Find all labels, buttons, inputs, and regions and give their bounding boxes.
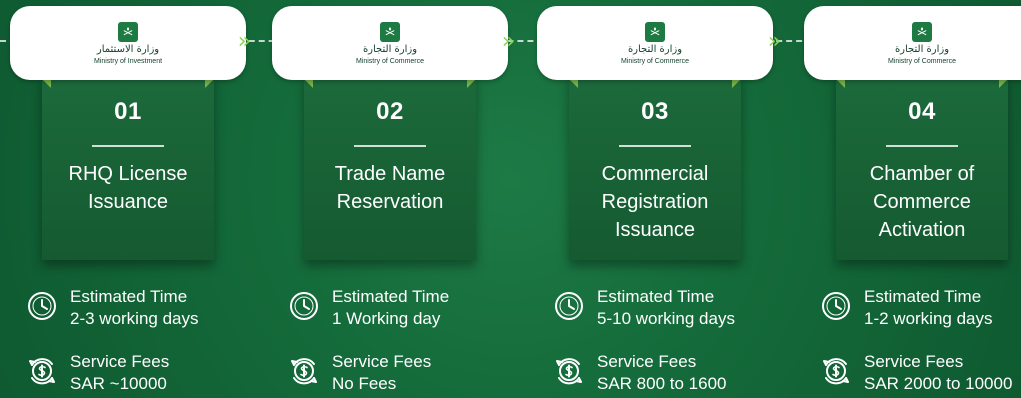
ministry-logo-card: وزارة التجارة Ministry of Commerce	[804, 6, 1021, 80]
step-divider	[619, 145, 691, 147]
ribbon-fold-left	[42, 79, 51, 88]
service-fees-block: Service Fees SAR 800 to 1600	[553, 351, 773, 395]
step-title-line: Trade Name	[334, 163, 446, 185]
estimated-time-block: Estimated Time 1-2 working days	[820, 286, 1021, 330]
chevron-right-icon: »	[767, 28, 781, 54]
service-fees-value: No Fees	[332, 374, 397, 393]
step-title-line: Activation	[878, 219, 966, 241]
estimated-time-value: 1 Working day	[332, 309, 441, 328]
step-title-line: Chamber of	[869, 163, 975, 185]
step-title: Trade Name Reservation	[304, 160, 476, 216]
step-number: 04	[908, 98, 936, 125]
step-title-line: Reservation	[336, 191, 444, 213]
step-title-line: Issuance	[87, 191, 169, 213]
service-fees-label: Service Fees	[864, 352, 964, 371]
step-divider	[92, 145, 164, 147]
money-fees-icon	[26, 355, 58, 387]
chevron-right-icon: »	[237, 28, 251, 54]
step-title-line: Issuance	[614, 219, 696, 241]
ministry-name-english: Ministry of Investment	[93, 57, 163, 65]
estimated-time-label: Estimated Time	[864, 287, 982, 306]
ministry-logo-card: وزارة التجارة Ministry of Commerce	[272, 6, 508, 80]
clock-icon	[288, 290, 320, 322]
money-fees-icon	[553, 355, 585, 387]
step-card-02: وزارة التجارة Ministry of Commerce 02 Tr…	[272, 0, 508, 398]
estimated-time-block: Estimated Time 1 Working day	[288, 286, 508, 330]
money-fees-icon	[820, 355, 852, 387]
process-steps: وزارة الاستثمار Ministry of Investment 0…	[0, 0, 1021, 398]
step-title: Commercial Registration Issuance	[569, 160, 741, 244]
step-title-line: RHQ License	[68, 163, 188, 185]
step-title: RHQ License Issuance	[42, 160, 214, 216]
service-fees-label: Service Fees	[332, 352, 432, 371]
estimated-time-label: Estimated Time	[597, 287, 715, 306]
ministry-name-arabic: وزارة التجارة	[894, 43, 950, 55]
money-fees-icon	[288, 355, 320, 387]
ministry-name-english: Ministry of Commerce	[620, 57, 690, 65]
ministry-name-english: Ministry of Commerce	[887, 57, 957, 65]
step-title: Chamber of Commerce Activation	[836, 160, 1008, 244]
estimated-time-label: Estimated Time	[332, 287, 450, 306]
ministry-name-arabic: وزارة الاستثمار	[96, 43, 160, 55]
service-fees-value: SAR 2000 to 10000	[864, 374, 1013, 393]
ministry-logo-card: وزارة التجارة Ministry of Commerce	[537, 6, 773, 80]
estimated-time-label: Estimated Time	[70, 287, 188, 306]
estimated-time-value: 5-10 working days	[597, 309, 735, 328]
ministry-name-arabic: وزارة التجارة	[627, 43, 683, 55]
service-fees-label: Service Fees	[70, 352, 170, 371]
ribbon-fold-left	[304, 79, 313, 88]
saudi-emblem-icon	[118, 21, 138, 42]
ribbon-fold-right	[999, 79, 1008, 88]
service-fees-block: Service Fees No Fees	[288, 351, 508, 395]
step-title-line: Commerce	[873, 191, 971, 213]
estimated-time-text: Estimated Time 2-3 working days	[70, 286, 199, 330]
estimated-time-text: Estimated Time 1 Working day	[332, 286, 449, 330]
service-fees-text: Service Fees SAR 800 to 1600	[597, 351, 726, 395]
service-fees-text: Service Fees SAR ~10000	[70, 351, 169, 395]
step-title-line: Registration	[601, 191, 709, 213]
step-card-01: وزارة الاستثمار Ministry of Investment 0…	[10, 0, 246, 398]
step-divider	[886, 145, 958, 147]
clock-icon	[553, 290, 585, 322]
estimated-time-text: Estimated Time 5-10 working days	[597, 286, 735, 330]
ribbon-fold-left	[569, 79, 578, 88]
ministry-logo-card: وزارة الاستثمار Ministry of Investment	[10, 6, 246, 80]
step-number: 01	[114, 98, 142, 125]
ribbon-fold-right	[205, 79, 214, 88]
estimated-time-value: 1-2 working days	[864, 309, 993, 328]
service-fees-block: Service Fees SAR 2000 to 10000	[820, 351, 1021, 395]
estimated-time-block: Estimated Time 2-3 working days	[26, 286, 246, 330]
service-fees-block: Service Fees SAR ~10000	[26, 351, 246, 395]
estimated-time-value: 2-3 working days	[70, 309, 199, 328]
ministry-name-arabic: وزارة التجارة	[362, 43, 418, 55]
ribbon-fold-right	[732, 79, 741, 88]
step-divider	[354, 145, 426, 147]
service-fees-value: SAR ~10000	[70, 374, 167, 393]
clock-icon	[820, 290, 852, 322]
estimated-time-block: Estimated Time 5-10 working days	[553, 286, 773, 330]
clock-icon	[26, 290, 58, 322]
saudi-emblem-icon	[912, 21, 932, 42]
chevron-right-icon: »	[501, 28, 515, 54]
service-fees-label: Service Fees	[597, 352, 697, 371]
ribbon-fold-left	[836, 79, 845, 88]
step-card-04: وزارة التجارة Ministry of Commerce 04 Ch…	[804, 0, 1021, 398]
step-card-03: وزارة التجارة Ministry of Commerce 03 Co…	[537, 0, 773, 398]
saudi-emblem-icon	[645, 21, 665, 42]
saudi-emblem-icon	[380, 21, 400, 42]
ribbon-fold-right	[467, 79, 476, 88]
step-title-line: Commercial	[601, 163, 709, 185]
service-fees-text: Service Fees SAR 2000 to 10000	[864, 351, 1012, 395]
estimated-time-text: Estimated Time 1-2 working days	[864, 286, 993, 330]
ministry-name-english: Ministry of Commerce	[355, 57, 425, 65]
step-number: 03	[641, 98, 669, 125]
service-fees-text: Service Fees No Fees	[332, 351, 431, 395]
service-fees-value: SAR 800 to 1600	[597, 374, 727, 393]
step-number: 02	[376, 98, 404, 125]
